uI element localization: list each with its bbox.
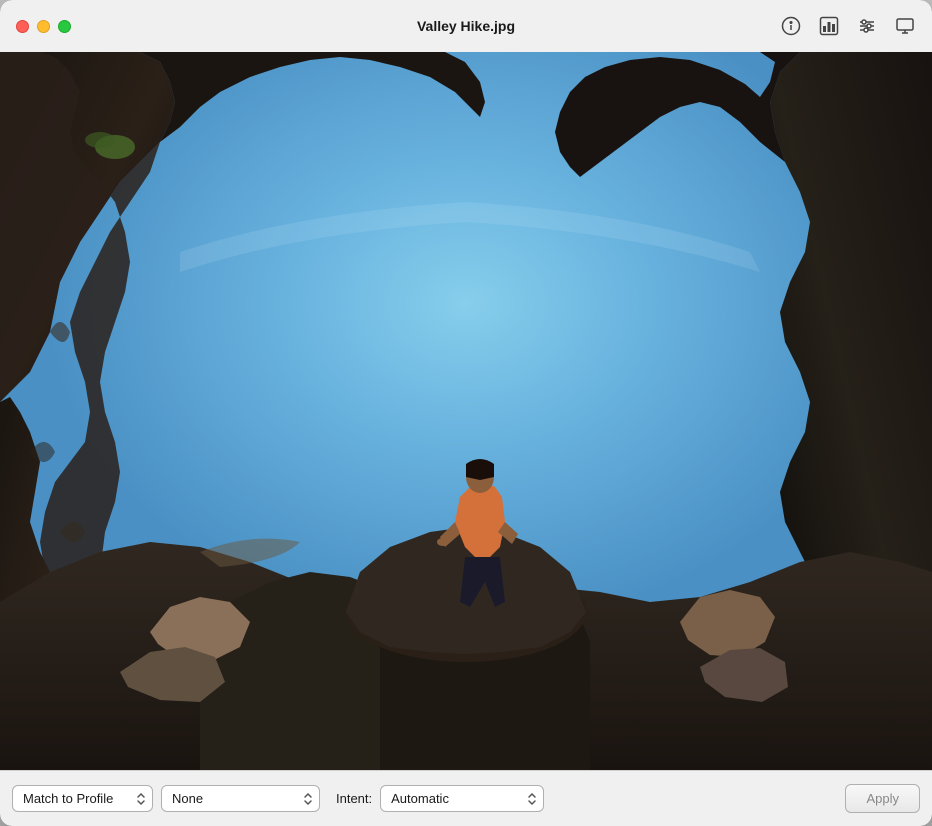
close-button[interactable] (16, 20, 29, 33)
apply-button[interactable]: Apply (845, 784, 920, 813)
intent-label: Intent: (336, 791, 372, 806)
match-to-profile-wrapper[interactable]: Match to Profile Assign Profile Convert … (12, 785, 153, 812)
titlebar: Valley Hike.jpg (0, 0, 932, 52)
window-title: Valley Hike.jpg (417, 18, 515, 34)
bottombar: Match to Profile Assign Profile Convert … (0, 770, 932, 826)
adjustments-icon[interactable] (856, 15, 878, 37)
intent-select[interactable]: Automatic Perceptual Saturation Relative… (380, 785, 544, 812)
none-select-wrapper[interactable]: None sRGB IEC61966-2.1 Adobe RGB (1998) … (161, 785, 320, 812)
profile-select[interactable]: None sRGB IEC61966-2.1 Adobe RGB (1998) … (161, 785, 320, 812)
histogram-icon[interactable] (818, 15, 840, 37)
toolbar-icons (780, 15, 916, 37)
traffic-lights (16, 20, 71, 33)
app-window: Valley Hike.jpg (0, 0, 932, 826)
maximize-button[interactable] (58, 20, 71, 33)
match-to-profile-select[interactable]: Match to Profile Assign Profile Convert … (12, 785, 153, 812)
intent-select-wrapper[interactable]: Automatic Perceptual Saturation Relative… (380, 785, 544, 812)
image-area (0, 52, 932, 770)
photo-image (0, 52, 932, 770)
info-icon[interactable] (780, 15, 802, 37)
display-icon[interactable] (894, 15, 916, 37)
minimize-button[interactable] (37, 20, 50, 33)
